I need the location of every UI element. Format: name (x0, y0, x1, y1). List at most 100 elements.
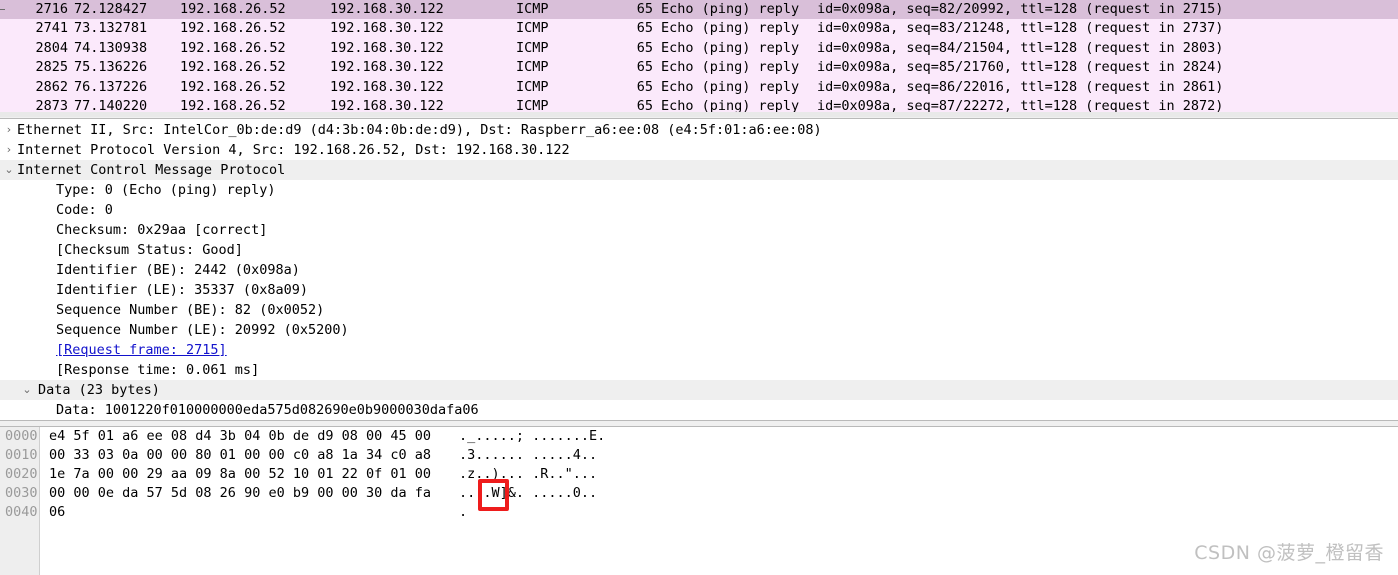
packet-time: 74.130938 (74, 39, 148, 56)
packet-source: 192.168.26.52 (180, 97, 286, 113)
packet-row[interactable]: 2716 72.128427 192.168.26.52 192.168.30.122… (0, 0, 1398, 20)
packet-no: 2873 (35, 97, 68, 113)
packet-info-extra: id=0x098a, seq=86/22016, ttl=128 (reques… (817, 78, 1224, 95)
packet-info-extra: id=0x098a, seq=82/20992, ttl=128 (reques… (817, 1, 1224, 17)
hexdump-bytes: 00 33 03 0a 00 00 80 01 00 00 c0 a8 1a 3… (49, 447, 432, 463)
packet-source: 192.168.26.52 (180, 20, 286, 37)
detail-row[interactable]: Type: 0 (Echo (ping) reply) (0, 180, 1398, 200)
hexdump-bytes: 00 00 0e da 57 5d 08 26 90 e0 b9 00 00 3… (49, 485, 432, 501)
hexdump-row[interactable]: 0010 00 33 03 0a 00 00 80 01 00 00 c0 a8 … (0, 446, 1398, 465)
chevron-right-icon[interactable]: › (2, 140, 16, 160)
icmp-type: Type: 0 (Echo (ping) reply) (56, 182, 276, 198)
bytes-rows: 0000 e4 5f 01 a6 ee 08 d4 3b 04 0b de d9 … (0, 427, 1398, 522)
packet-row[interactable]: 2804 74.130938 192.168.26.52 192.168.30.122… (0, 38, 1398, 59)
chevron-right-icon[interactable]: › (2, 120, 16, 140)
detail-row[interactable]: Identifier (BE): 2442 (0x098a) (0, 260, 1398, 280)
packet-protocol: ICMP (516, 59, 549, 76)
icmp-sequence-number-be: Sequence Number (BE): 82 (0x0052) (56, 302, 325, 318)
detail-row[interactable]: Checksum: 0x29aa [correct] (0, 220, 1398, 240)
packet-time: 73.132781 (74, 20, 148, 37)
packet-info-extra: id=0x098a, seq=84/21504, ttl=128 (reques… (817, 39, 1224, 56)
hexdump-row[interactable]: 0000 e4 5f 01 a6 ee 08 d4 3b 04 0b de d9 … (0, 427, 1398, 446)
packet-info: Echo (ping) reply (661, 97, 800, 113)
packet-info-extra: id=0x098a, seq=87/22272, ttl=128 (reques… (817, 97, 1224, 113)
hexdump-row[interactable]: 0040 06. (0, 503, 1398, 522)
detail-row[interactable]: › Ethernet II, Src: IntelCor_0b:de:d9 (d4… (0, 120, 1398, 140)
packet-detail-pane[interactable]: › Ethernet II, Src: IntelCor_0b:de:d9 (d4… (0, 120, 1398, 420)
packet-length: 65 (636, 59, 653, 76)
packet-info-extra: id=0x098a, seq=85/21760, ttl=128 (reques… (817, 59, 1224, 76)
hexdump-ascii: . (459, 504, 468, 520)
detail-row[interactable]: Code: 0 (0, 200, 1398, 220)
packet-no: 2804 (35, 39, 68, 56)
icmp-checksum: Checksum: 0x29aa [correct] (56, 222, 268, 238)
selection-marker (0, 9, 5, 10)
hexdump-row[interactable]: 0020 1e 7a 00 00 29 aa 09 8a 00 52 10 01 … (0, 465, 1398, 484)
icmp-response-time: [Response time: 0.061 ms] (56, 362, 260, 378)
packet-time: 77.140220 (74, 97, 148, 113)
packet-info: Echo (ping) reply (661, 20, 800, 37)
icmp-sequence-number-le: Sequence Number (LE): 20992 (0x5200) (56, 322, 349, 338)
hexdump-ascii: .z..)... .R.."... (459, 466, 598, 482)
chevron-down-icon[interactable]: ⌄ (2, 160, 16, 180)
icmp-request-frame-link[interactable]: [Request frame: 2715] (56, 340, 227, 360)
detail-row[interactable]: Identifier (LE): 35337 (0x8a09) (0, 280, 1398, 300)
packet-row[interactable]: 2825 75.136226 192.168.26.52 192.168.30.122… (0, 58, 1398, 78)
icmp-identifier-le: Identifier (LE): 35337 (0x8a09) (56, 282, 308, 298)
packet-protocol: ICMP (516, 39, 549, 56)
horizontal-scrollbar-thumb[interactable] (0, 112, 1398, 117)
packet-list-pane[interactable]: 2716 72.128427 192.168.26.52 192.168.30.122… (0, 0, 1398, 113)
detail-row[interactable]: Data: 1001220f010000000eda575d082690e0b9… (0, 400, 1398, 420)
detail-row[interactable]: [Checksum Status: Good] (0, 240, 1398, 260)
hexdump-offset: 0010 (5, 447, 38, 463)
packet-row[interactable]: 2873 77.140220 192.168.26.52 192.168.30.122… (0, 96, 1398, 113)
hexdump-ascii: ....W]&. .....0.. (459, 485, 598, 501)
data-node: Data (23 bytes) (38, 382, 160, 398)
packet-destination: 192.168.30.122 (330, 20, 444, 37)
packet-no: 2862 (35, 78, 68, 95)
packet-protocol: ICMP (516, 20, 549, 37)
hexdump-offset: 0040 (5, 504, 38, 520)
packet-source: 192.168.26.52 (180, 39, 286, 56)
data-bytes: Data: 1001220f010000000eda575d082690e0b9… (56, 402, 479, 418)
detail-row[interactable]: › Internet Protocol Version 4, Src: 192.1… (0, 140, 1398, 160)
hexdump-bytes: e4 5f 01 a6 ee 08 d4 3b 04 0b de d9 08 0… (49, 428, 432, 444)
icmp-checksum-status: [Checksum Status: Good] (56, 242, 243, 258)
detail-row[interactable]: Sequence Number (BE): 82 (0x0052) (0, 300, 1398, 320)
packet-source: 192.168.26.52 (180, 78, 286, 95)
packet-bytes-pane[interactable]: 0000 e4 5f 01 a6 ee 08 d4 3b 04 0b de d9 … (0, 427, 1398, 575)
detail-row[interactable]: [Request frame: 2715] (0, 340, 1398, 360)
packet-destination: 192.168.30.122 (330, 97, 444, 113)
detail-bytes-splitter[interactable] (0, 420, 1398, 427)
packet-protocol: ICMP (516, 97, 549, 113)
packet-protocol: ICMP (516, 78, 549, 95)
packet-destination: 192.168.30.122 (330, 39, 444, 56)
packet-row[interactable]: 2741 73.132781 192.168.26.52 192.168.30.122… (0, 19, 1398, 39)
packet-info-extra: id=0x098a, seq=83/21248, ttl=128 (reques… (817, 20, 1224, 37)
hexdump-offset: 0030 (5, 485, 38, 501)
hexdump-offset: 0020 (5, 466, 38, 482)
packet-length: 65 (636, 78, 653, 95)
packet-row[interactable]: 2862 76.137226 192.168.26.52 192.168.30.122… (0, 77, 1398, 97)
internet-protocol-version-4: Internet Protocol Version 4, Src: 192.16… (17, 142, 570, 158)
packet-info: Echo (ping) reply (661, 78, 800, 95)
detail-row[interactable]: ⌄ Data (23 bytes) (0, 380, 1398, 400)
packet-destination: 192.168.30.122 (330, 59, 444, 76)
packet-length: 65 (636, 39, 653, 56)
chevron-down-icon[interactable]: ⌄ (20, 380, 34, 400)
internet-control-message-protocol: Internet Control Message Protocol (17, 162, 286, 178)
packet-list-detail-splitter[interactable] (0, 112, 1398, 119)
packet-length: 65 (636, 20, 653, 37)
detail-row[interactable]: [Response time: 0.061 ms] (0, 360, 1398, 380)
detail-row[interactable]: Sequence Number (LE): 20992 (0x5200) (0, 320, 1398, 340)
packet-length: 65 (636, 1, 653, 17)
packet-info: Echo (ping) reply (661, 1, 800, 17)
csdn-watermark: CSDN @菠萝_橙留香 (1194, 542, 1384, 564)
packet-no: 2741 (35, 20, 68, 37)
detail-row[interactable]: ⌄ Internet Control Message Protocol (0, 160, 1398, 180)
packet-source: 192.168.26.52 (180, 59, 286, 76)
packet-destination: 192.168.30.122 (330, 1, 444, 17)
icmp-code: Code: 0 (56, 202, 113, 218)
hexdump-row[interactable]: 0030 00 00 0e da 57 5d 08 26 90 e0 b9 00 … (0, 484, 1398, 503)
packet-time: 75.136226 (74, 59, 148, 76)
